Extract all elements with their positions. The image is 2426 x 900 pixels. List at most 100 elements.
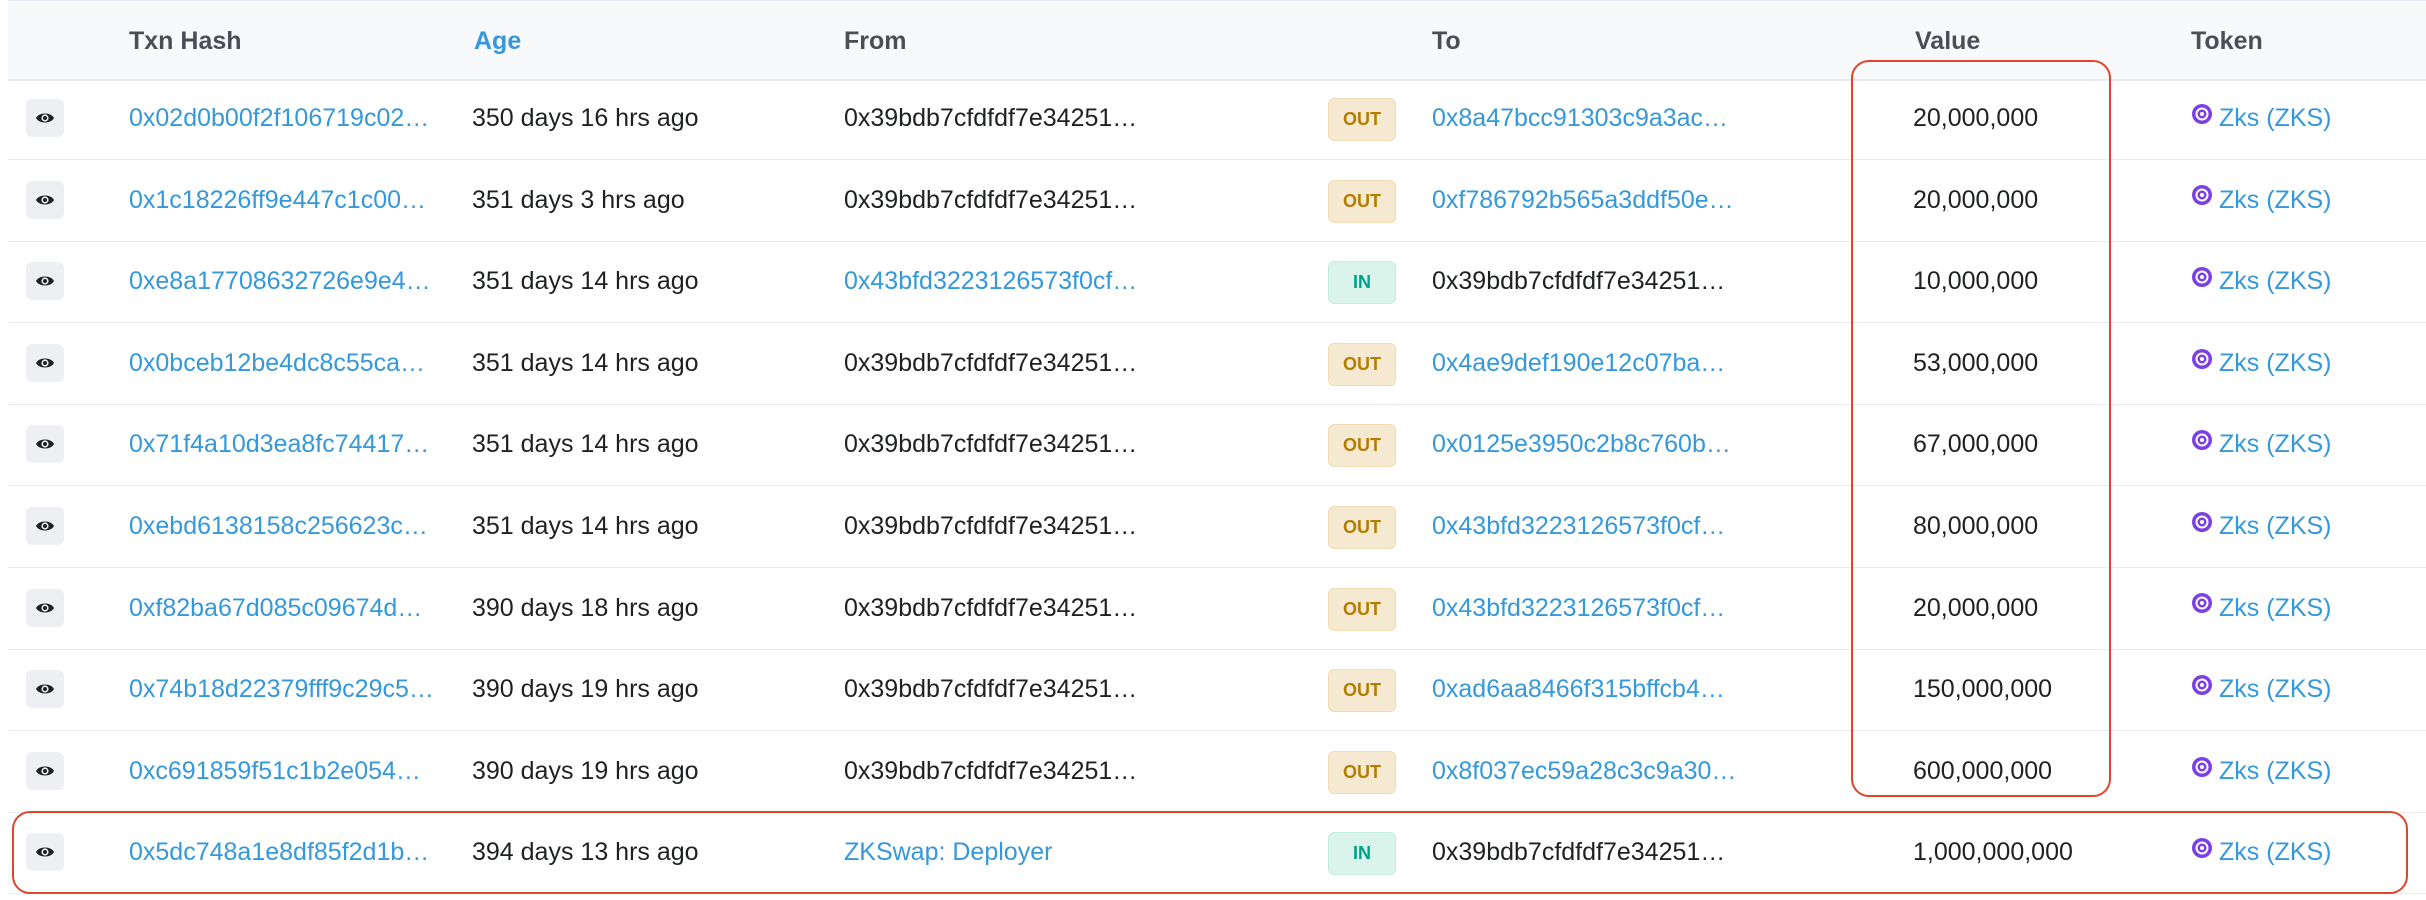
- txn-hash-link[interactable]: 0xc691859f51c1b2e054…: [129, 731, 454, 812]
- to-address[interactable]: 0xf786792b565a3ddf50e…: [1432, 160, 1752, 241]
- column-header-age[interactable]: Age: [474, 27, 521, 56]
- txn-hash-link[interactable]: 0xf82ba67d085c09674d…: [129, 568, 454, 649]
- to-address[interactable]: 0xad6aa8466f315bffcb4…: [1432, 649, 1752, 730]
- age-text: 351 days 3 hrs ago: [472, 185, 685, 214]
- table-row: 0x1c18226ff9e447c1c00… 351 days 3 hrs ago…: [8, 160, 2426, 242]
- from-address[interactable]: ZKSwap: Deployer: [844, 812, 1144, 893]
- txn-hash-link[interactable]: 0x5dc748a1e8df85f2d1b…: [129, 812, 454, 893]
- value-text: 600,000,000: [1913, 756, 2053, 785]
- column-header-from: From: [844, 27, 907, 55]
- age-text: 351 days 14 hrs ago: [472, 430, 699, 459]
- age-text: 394 days 13 hrs ago: [472, 838, 699, 867]
- to-address[interactable]: 0x43bfd3223126573f0cf…: [1432, 486, 1752, 567]
- table-row: 0x0bceb12be4dc8c55ca… 351 days 14 hrs ago…: [8, 323, 2426, 405]
- eye-icon[interactable]: [26, 751, 64, 790]
- token-label: Zks (ZKS): [2219, 675, 2332, 704]
- token-label: Zks (ZKS): [2219, 348, 2332, 377]
- to-address[interactable]: 0x4ae9def190e12c07ba…: [1432, 323, 1752, 404]
- from-address: 0x39bdb7cfdfdf7e34251…: [844, 104, 1138, 132]
- token-link[interactable]: Zks (ZKS): [2191, 812, 2421, 893]
- txn-hash-link[interactable]: 0xe8a17708632726e9e4…: [129, 241, 454, 322]
- token-link[interactable]: Zks (ZKS): [2191, 486, 2421, 567]
- from-address: 0x39bdb7cfdfdf7e34251…: [844, 756, 1138, 785]
- direction-badge: OUT: [1328, 179, 1396, 223]
- zks-token-icon: [2191, 78, 2213, 158]
- zks-token-icon: [2191, 812, 2213, 892]
- zks-token-icon: [2191, 568, 2213, 648]
- eye-icon[interactable]: [26, 262, 64, 301]
- age-text: 351 days 14 hrs ago: [472, 348, 699, 377]
- zks-token-icon: [2191, 323, 2213, 403]
- direction-badge: OUT: [1328, 424, 1396, 468]
- table-row: 0xebd6138158c256623c… 351 days 14 hrs ago…: [8, 486, 2426, 568]
- eye-icon[interactable]: [26, 588, 64, 627]
- column-header-txn-hash: Txn Hash: [129, 27, 242, 55]
- zks-token-icon: [2191, 404, 2213, 484]
- from-address: 0x39bdb7cfdfdf7e34251…: [844, 593, 1138, 622]
- token-link[interactable]: Zks (ZKS): [2191, 568, 2421, 649]
- token-label: Zks (ZKS): [2219, 430, 2332, 459]
- to-address[interactable]: 0x0125e3950c2b8c760b…: [1432, 404, 1752, 485]
- value-text: 1,000,000,000: [1913, 838, 2073, 867]
- table-row: 0xe8a17708632726e9e4… 351 days 14 hrs ago…: [8, 241, 2426, 324]
- table-row: 0xf82ba67d085c09674d… 390 days 18 hrs ago…: [8, 568, 2426, 650]
- token-link[interactable]: Zks (ZKS): [2191, 241, 2421, 322]
- eye-icon[interactable]: [26, 833, 64, 872]
- token-link[interactable]: Zks (ZKS): [2191, 731, 2421, 812]
- value-text: 150,000,000: [1913, 675, 2053, 704]
- txn-hash-link[interactable]: 0xebd6138158c256623c…: [129, 486, 454, 567]
- to-address: 0x39bdb7cfdfdf7e34251…: [1432, 838, 1726, 867]
- eye-icon[interactable]: [26, 425, 64, 464]
- txn-hash-link[interactable]: 0x74b18d22379fff9c29c5…: [129, 649, 454, 730]
- token-link[interactable]: Zks (ZKS): [2191, 404, 2421, 485]
- token-link[interactable]: Zks (ZKS): [2191, 160, 2421, 241]
- age-text: 390 days 19 hrs ago: [472, 675, 699, 704]
- direction-badge: IN: [1328, 261, 1396, 305]
- to-address[interactable]: 0x43bfd3223126573f0cf…: [1432, 568, 1752, 649]
- direction-badge: IN: [1328, 832, 1396, 876]
- table-row: 0x5dc748a1e8df85f2d1b… 394 days 13 hrs ag…: [8, 812, 2426, 895]
- eye-icon[interactable]: [26, 180, 64, 219]
- zks-token-icon: [2191, 486, 2213, 566]
- zks-token-icon: [2191, 731, 2213, 811]
- zks-token-icon: [2191, 241, 2213, 321]
- column-header-value: Value: [1915, 27, 1981, 55]
- from-address: 0x39bdb7cfdfdf7e34251…: [844, 675, 1138, 704]
- token-link[interactable]: Zks (ZKS): [2191, 78, 2421, 159]
- from-address: 0x39bdb7cfdfdf7e34251…: [844, 185, 1138, 214]
- token-link[interactable]: Zks (ZKS): [2191, 649, 2421, 730]
- token-label: Zks (ZKS): [2219, 756, 2332, 785]
- token-label: Zks (ZKS): [2219, 104, 2332, 132]
- age-text: 351 days 14 hrs ago: [472, 267, 699, 296]
- age-text: 351 days 14 hrs ago: [472, 512, 699, 540]
- from-address[interactable]: 0x43bfd3223126573f0cf…: [844, 241, 1144, 322]
- direction-badge: OUT: [1328, 342, 1396, 386]
- value-text: 20,000,000: [1913, 185, 2039, 214]
- txn-hash-link[interactable]: 0x02d0b00f2f106719c02…: [129, 78, 454, 159]
- to-address[interactable]: 0x8f037ec59a28c3c9a30…: [1432, 731, 1752, 812]
- table-row: 0xc691859f51c1b2e054… 390 days 19 hrs ago…: [8, 731, 2426, 813]
- direction-badge: OUT: [1328, 587, 1396, 631]
- txn-hash-link[interactable]: 0x0bceb12be4dc8c55ca…: [129, 323, 454, 404]
- eye-icon[interactable]: [26, 343, 64, 382]
- token-link[interactable]: Zks (ZKS): [2191, 323, 2421, 404]
- eye-icon[interactable]: [26, 670, 64, 709]
- token-label: Zks (ZKS): [2219, 593, 2332, 622]
- value-text: 20,000,000: [1913, 593, 2039, 622]
- table-row: 0x74b18d22379fff9c29c5… 390 days 19 hrs a…: [8, 649, 2426, 732]
- age-text: 390 days 18 hrs ago: [472, 593, 699, 622]
- eye-icon[interactable]: [26, 507, 64, 545]
- txn-hash-link[interactable]: 0x1c18226ff9e447c1c00…: [129, 160, 454, 241]
- table-header: Txn Hash Age From To Value Token: [8, 0, 2426, 81]
- from-address: 0x39bdb7cfdfdf7e34251…: [844, 430, 1138, 459]
- direction-badge: OUT: [1328, 98, 1396, 141]
- eye-icon[interactable]: [26, 99, 64, 137]
- txn-hash-link[interactable]: 0x71f4a10d3ea8fc74417…: [129, 404, 454, 485]
- to-address[interactable]: 0x8a47bcc91303c9a3ac…: [1432, 78, 1752, 159]
- from-address: 0x39bdb7cfdfdf7e34251…: [844, 348, 1138, 377]
- table-row: 0x71f4a10d3ea8fc74417… 351 days 14 hrs ag…: [8, 404, 2426, 487]
- value-text: 67,000,000: [1913, 430, 2039, 459]
- from-address: 0x39bdb7cfdfdf7e34251…: [844, 512, 1138, 540]
- zks-token-icon: [2191, 649, 2213, 729]
- value-text: 10,000,000: [1913, 267, 2039, 296]
